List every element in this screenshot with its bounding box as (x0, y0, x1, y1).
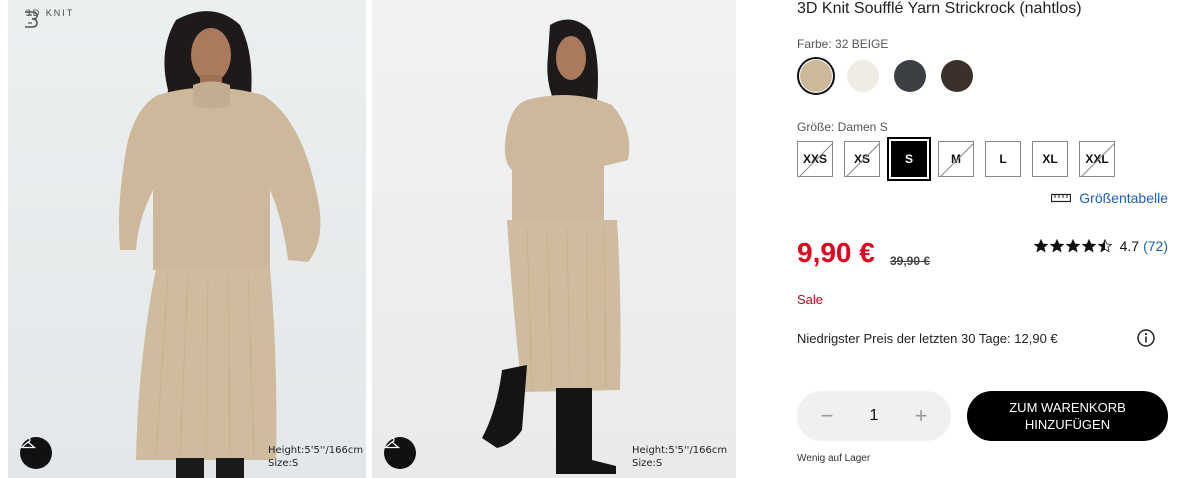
unavailable-strike (940, 143, 973, 176)
size-selector: XXS XS S M L XL XXL (797, 137, 1115, 181)
model-info: Height:5'5''/166cm Size:S (268, 444, 363, 470)
lowest-price-note: Niedrigster Preis der letzten 30 Tage: 1… (797, 331, 1058, 346)
color-label: Farbe: 32 BEIGE (797, 37, 889, 51)
size-label: Größe: Damen S (797, 120, 888, 134)
size-option-label: L (999, 152, 1007, 166)
3d-knit-logo-icon (25, 11, 38, 28)
product-rating[interactable]: 4.7 (72) (1033, 238, 1168, 254)
star-full-icon (1065, 239, 1080, 253)
star-half-icon (1097, 239, 1112, 253)
review-count[interactable]: (72) (1143, 238, 1168, 254)
product-image-1[interactable]: 3D KNIT Height:5'5''/166cm Size:S (8, 0, 366, 478)
product-title: 3D Knit Soufflé Yarn Strickrock (nahtlos… (797, 0, 1082, 17)
size-option-label: S (904, 152, 913, 166)
quantity-value[interactable]: 1 (870, 407, 879, 425)
size-option-xxl[interactable]: XXL (1079, 141, 1115, 177)
size-option-xl[interactable]: XL (1032, 141, 1068, 177)
quantity-stepper: − 1 + (797, 391, 951, 441)
star-full-icon (1049, 239, 1064, 253)
add-to-cart-button[interactable]: ZUM WARENKORB HINZUFÜGEN (967, 391, 1168, 441)
model-size: Size:S (268, 458, 299, 469)
color-swatch-dark-brown[interactable] (938, 57, 976, 95)
add-to-cart-label: ZUM WARENKORB HINZUFÜGEN (1009, 400, 1126, 432)
quantity-increase-button[interactable]: + (911, 403, 931, 429)
hanger-button[interactable] (384, 437, 416, 469)
size-guide-link[interactable]: Größentabelle (1051, 190, 1168, 206)
quantity-decrease-button[interactable]: − (817, 403, 837, 429)
model-size: Size:S (632, 458, 663, 469)
hanger-icon (20, 437, 36, 449)
size-option-label: XL (1042, 152, 1058, 166)
product-image-2[interactable]: Height:5'5''/166cm Size:S (372, 0, 736, 478)
size-guide-label: Größentabelle (1079, 190, 1168, 206)
ruler-icon (1051, 193, 1072, 203)
current-price: 9,90 € (797, 237, 875, 268)
color-swatches (797, 57, 976, 95)
hanger-button[interactable] (20, 437, 52, 469)
model-illustration-side (482, 19, 630, 474)
size-option-xs[interactable]: XS (844, 141, 880, 177)
original-price: 39,90 € (890, 254, 931, 268)
color-swatch-dark-grey[interactable] (891, 57, 929, 95)
star-full-icon (1081, 239, 1096, 253)
rating-value: 4.7 (1119, 238, 1140, 254)
stock-status: Wenig auf Lager (797, 453, 871, 464)
size-option-xxs[interactable]: XXS (797, 141, 833, 177)
product-page: 3D KNIT Height:5'5''/166cm Size:S Height… (0, 0, 1200, 478)
rating-stars (1033, 239, 1112, 253)
size-option-m[interactable]: M (938, 141, 974, 177)
model-illustration-front (119, 11, 321, 478)
model-height: Height:5'5''/166cm (268, 445, 364, 456)
model-height: Height:5'5''/166cm (632, 445, 728, 456)
unavailable-strike (846, 143, 879, 176)
info-icon[interactable] (1136, 328, 1156, 348)
hanger-icon (384, 437, 400, 449)
star-full-icon (1033, 239, 1048, 253)
brand-mark: 3D KNIT (20, 8, 80, 28)
unavailable-strike (799, 143, 832, 176)
size-option-s[interactable]: S (887, 137, 931, 181)
unavailable-strike (1081, 143, 1114, 176)
product-details: 3D Knit Soufflé Yarn Strickrock (nahtlos… (797, 0, 1172, 478)
sale-label: Sale (797, 292, 824, 307)
model-info: Height:5'5''/166cm Size:S (632, 444, 727, 470)
color-swatch-beige[interactable] (797, 57, 835, 95)
size-option-l[interactable]: L (985, 141, 1021, 177)
color-swatch-cream[interactable] (844, 57, 882, 95)
